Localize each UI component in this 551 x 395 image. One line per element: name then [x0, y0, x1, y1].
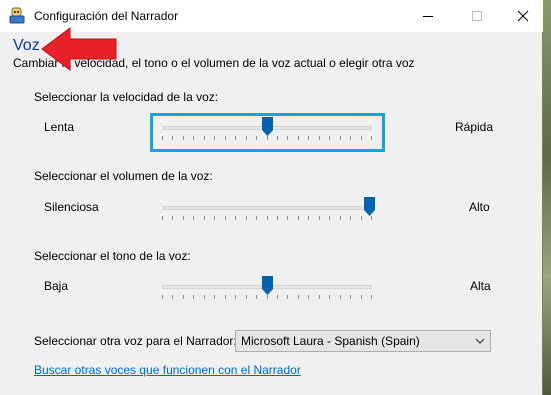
slider-tick [308, 136, 309, 140]
slider-tick [204, 295, 205, 299]
slider-tick [162, 295, 163, 299]
slider-track [162, 206, 372, 210]
slider-tick [277, 295, 278, 299]
slider-thumb[interactable] [262, 276, 273, 295]
slider-tick [225, 216, 226, 220]
slider-tick [235, 216, 236, 220]
minimize-button[interactable] [405, 0, 451, 32]
slider-tick [350, 216, 351, 220]
slider-tick [361, 295, 362, 299]
slider-tick [371, 136, 372, 140]
slider-tick [193, 295, 194, 299]
slider-tick [204, 136, 205, 140]
slider-tick [256, 136, 257, 140]
volume-min-label: Silenciosa [44, 200, 99, 214]
slider-tick [340, 216, 341, 220]
slider-tick [225, 136, 226, 140]
slider-tick [361, 136, 362, 140]
slider-tick [204, 216, 205, 220]
slider-tick [308, 216, 309, 220]
slider-tick [267, 295, 268, 299]
slider-tick [214, 295, 215, 299]
chevron-down-icon [475, 338, 485, 344]
close-icon [517, 10, 529, 22]
speed-slider[interactable] [162, 117, 372, 141]
pitch-slider[interactable] [162, 276, 372, 300]
slider-tick [308, 295, 309, 299]
slider-tick [246, 295, 247, 299]
slider-tick [235, 136, 236, 140]
slider-tick [267, 216, 268, 220]
slider-tick [225, 295, 226, 299]
slider-tick [287, 136, 288, 140]
slider-thumb[interactable] [262, 117, 273, 136]
voice-select-label: Seleccionar otra voz para el Narrador: [34, 334, 237, 348]
slider-tick [298, 136, 299, 140]
slider-tick [162, 216, 163, 220]
slider-tick [256, 295, 257, 299]
slider-tick [319, 295, 320, 299]
narrator-app-icon [9, 7, 25, 24]
close-button[interactable] [500, 0, 546, 32]
slider-tick [214, 136, 215, 140]
slider-tick [350, 136, 351, 140]
voice-selected-value: Microsoft Laura - Spanish (Spain) [241, 334, 420, 348]
pitch-max-label: Alta [470, 279, 491, 293]
pitch-min-label: Baja [44, 279, 69, 293]
slider-tick [162, 136, 163, 140]
slider-tick [183, 216, 184, 220]
slider-tick [361, 216, 362, 220]
pitch-group-label: Seleccionar el tono de la voz: [34, 249, 191, 263]
slider-tick [340, 295, 341, 299]
slider-tick [298, 295, 299, 299]
slider-tick [319, 216, 320, 220]
slider-tick [371, 216, 372, 220]
slider-tick [183, 136, 184, 140]
slider-tick [298, 216, 299, 220]
slider-tick [172, 216, 173, 220]
minimize-icon [423, 15, 433, 17]
slider-tick [214, 216, 215, 220]
window-title: Configuración del Narrador [34, 9, 179, 23]
slider-tick [235, 295, 236, 299]
slider-tick [256, 216, 257, 220]
slider-tick [350, 295, 351, 299]
slider-tick [183, 295, 184, 299]
slider-tick [329, 136, 330, 140]
slider-tick [340, 136, 341, 140]
volume-group-label: Seleccionar el volumen de la voz: [34, 169, 213, 183]
voice-dropdown[interactable]: Microsoft Laura - Spanish (Spain) [235, 330, 491, 352]
slider-thumb[interactable] [364, 197, 375, 216]
slider-tick [287, 295, 288, 299]
page-title: Voz [13, 37, 40, 54]
speed-group-label: Seleccionar la velocidad de la voz: [34, 90, 219, 104]
slider-tick [193, 216, 194, 220]
slider-tick [277, 216, 278, 220]
slider-tick [287, 216, 288, 220]
volume-slider[interactable] [162, 197, 375, 221]
slider-tick [319, 136, 320, 140]
slider-tick [246, 136, 247, 140]
narrator-settings-window: Configuración del Narrador Voz Cambiar l… [0, 0, 543, 395]
find-more-voices-link[interactable]: Buscar otras voces que funcionen con el … [34, 363, 301, 377]
slider-tick [267, 136, 268, 140]
speed-min-label: Lenta [44, 120, 75, 134]
slider-tick [193, 136, 194, 140]
slider-tick [172, 295, 173, 299]
maximize-button[interactable] [454, 0, 500, 32]
slider-tick [329, 295, 330, 299]
volume-max-label: Alto [469, 200, 490, 214]
slider-tick [172, 136, 173, 140]
slider-tick [246, 216, 247, 220]
red-arrow-icon [41, 27, 117, 71]
slider-tick [329, 216, 330, 220]
slider-tick [277, 136, 278, 140]
slider-tick [371, 295, 372, 299]
speed-max-label: Rápida [455, 120, 494, 134]
maximize-icon [472, 11, 482, 21]
